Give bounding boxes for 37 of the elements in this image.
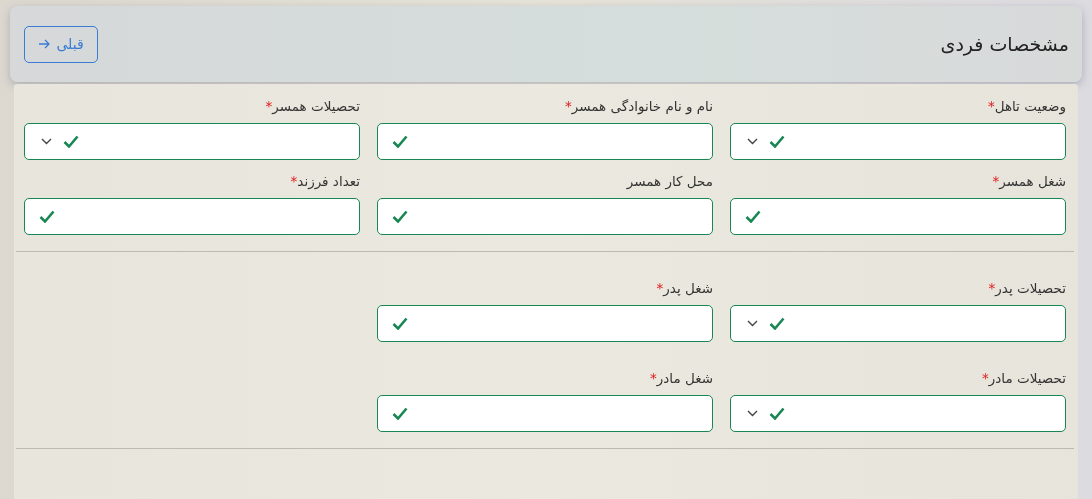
chevron-down-icon: [747, 410, 758, 417]
check-icon: [39, 210, 55, 223]
chevron-down-icon: [747, 138, 758, 145]
field-label: تحصیلات مادر*: [982, 370, 1066, 386]
field-label: تحصیلات همسر*: [265, 98, 360, 114]
check-icon: [769, 407, 785, 420]
check-icon: [392, 135, 408, 148]
page-title: مشخصات فردی: [940, 33, 1069, 55]
chevron-down-icon: [747, 320, 758, 327]
field-label: محل کار همسر: [626, 173, 713, 189]
check-icon: [745, 210, 761, 223]
field-label: شغل مادر*: [650, 370, 713, 386]
input-field[interactable]: [377, 395, 713, 432]
select-field[interactable]: [24, 123, 360, 160]
check-icon: [769, 135, 785, 148]
select-field[interactable]: [730, 305, 1066, 342]
select-field[interactable]: [730, 123, 1066, 160]
check-icon: [769, 317, 785, 330]
field-label: تعداد فرزند*: [290, 173, 360, 189]
check-icon: [392, 407, 408, 420]
check-icon: [63, 135, 79, 148]
field-label: تحصیلات پدر*: [988, 280, 1066, 296]
input-field[interactable]: [24, 198, 360, 235]
back-button[interactable]: قبلی: [24, 25, 98, 63]
arrow-icon: [38, 39, 51, 49]
field-label: شغل همسر*: [992, 173, 1066, 189]
input-field[interactable]: [377, 198, 713, 235]
select-field[interactable]: [730, 395, 1066, 432]
field-label: نام و نام خانوادگی همسر*: [565, 98, 713, 114]
chevron-down-icon: [41, 138, 52, 145]
field-label: شغل پدر*: [656, 280, 713, 296]
input-field[interactable]: [730, 198, 1066, 235]
check-icon: [392, 210, 408, 223]
field-label: وضعیت تاهل*: [987, 98, 1066, 114]
check-icon: [392, 317, 408, 330]
input-field[interactable]: [377, 305, 713, 342]
input-field[interactable]: [377, 123, 713, 160]
